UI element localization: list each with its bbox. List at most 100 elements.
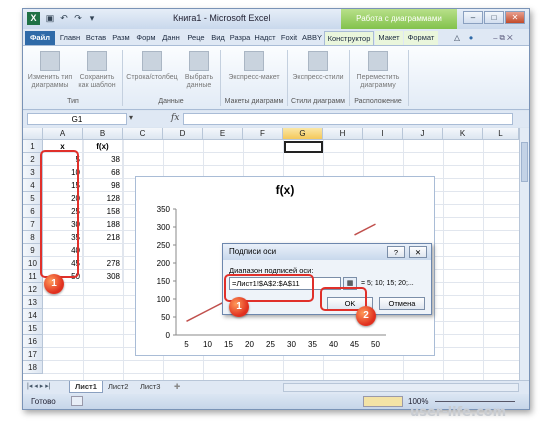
tab-page-layout[interactable]: Разм bbox=[109, 31, 133, 45]
title-bar: X ▣ ↶ ↷ ▾ Книга1 - Microsoft Excel Работ… bbox=[23, 9, 529, 29]
y-tick-label: 0 bbox=[166, 331, 171, 340]
tab-insert[interactable]: Встав bbox=[84, 31, 108, 45]
redo-icon[interactable]: ↷ bbox=[72, 12, 84, 25]
maximize-button[interactable]: □ bbox=[484, 11, 504, 24]
group-chart-layouts: Макеты диаграмм bbox=[224, 98, 284, 105]
tab-file[interactable]: Файл bbox=[25, 31, 55, 45]
tab-data[interactable]: Данн bbox=[159, 31, 183, 45]
table-cell-fx[interactable]: 98 bbox=[83, 179, 123, 192]
row-header[interactable]: 15 bbox=[23, 322, 43, 335]
change-chart-type-label: Изменить тип диаграммы bbox=[27, 74, 73, 89]
y-tick-label: 250 bbox=[157, 241, 171, 250]
insert-sheet-icon[interactable]: ✚ bbox=[169, 381, 185, 393]
row-header[interactable]: 12 bbox=[23, 283, 43, 296]
sheet-tab-3[interactable]: Лист3 bbox=[135, 381, 165, 393]
column-header[interactable]: J bbox=[403, 128, 443, 140]
tab-foxit[interactable]: Foxit bbox=[278, 31, 300, 45]
status-ready: Готово bbox=[31, 397, 56, 406]
table-cell-fx[interactable]: 308 bbox=[83, 270, 123, 283]
select-data-button[interactable]: Выбрать данные bbox=[181, 51, 217, 90]
group-chart-styles: Стили диаграмм bbox=[291, 98, 345, 105]
zoom-slider[interactable] bbox=[435, 401, 515, 402]
row-header[interactable]: 16 bbox=[23, 335, 43, 348]
column-header[interactable]: E bbox=[203, 128, 243, 140]
row-header[interactable]: 14 bbox=[23, 309, 43, 322]
formula-input[interactable] bbox=[183, 113, 513, 125]
horizontal-scrollbar[interactable] bbox=[283, 383, 519, 392]
column-header[interactable]: C bbox=[123, 128, 163, 140]
quick-styles-label: Экспресс-стили bbox=[292, 74, 344, 81]
cancel-button[interactable]: Отмена bbox=[379, 297, 425, 310]
active-cell-g1[interactable] bbox=[284, 141, 323, 153]
save-icon[interactable]: ▣ bbox=[44, 12, 56, 25]
column-header[interactable]: F bbox=[243, 128, 283, 140]
y-tick-label: 350 bbox=[157, 205, 171, 214]
quick-styles-icon bbox=[308, 51, 328, 71]
tab-layout[interactable]: Макет bbox=[375, 31, 403, 45]
sheet-tab-2[interactable]: Лист2 bbox=[103, 381, 133, 393]
row-header[interactable]: 17 bbox=[23, 348, 43, 361]
column-header[interactable]: K bbox=[443, 128, 483, 140]
quick-styles-button[interactable]: Экспресс-стили bbox=[289, 51, 347, 82]
tab-format[interactable]: Формат bbox=[404, 31, 438, 45]
tab-design[interactable]: Конструктор bbox=[324, 31, 374, 45]
macro-record-icon[interactable] bbox=[71, 396, 83, 406]
column-header[interactable]: H bbox=[323, 128, 363, 140]
tab-view[interactable]: Вид bbox=[209, 31, 227, 45]
table-cell-fx[interactable]: 218 bbox=[83, 231, 123, 244]
table-cell-fx[interactable]: 278 bbox=[83, 257, 123, 270]
move-chart-label: Переместить диаграмму bbox=[356, 74, 400, 89]
table-cell-fx[interactable]: 128 bbox=[83, 192, 123, 205]
row-header[interactable]: 18 bbox=[23, 361, 43, 374]
cell-b1-header[interactable]: f(x) bbox=[83, 140, 123, 153]
sheet-tab-1[interactable]: Лист1 bbox=[69, 381, 103, 393]
window-title: Книга1 - Microsoft Excel bbox=[173, 13, 271, 23]
column-header[interactable]: D bbox=[163, 128, 203, 140]
change-chart-type-button[interactable]: Изменить тип диаграммы bbox=[27, 51, 73, 90]
name-box[interactable]: G1 bbox=[27, 113, 127, 125]
scrollbar-thumb[interactable] bbox=[521, 142, 528, 182]
collapse-ribbon-icon[interactable]: △ bbox=[451, 31, 463, 45]
tab-formulas[interactable]: Форм bbox=[134, 31, 158, 45]
close-button[interactable]: ✕ bbox=[505, 11, 525, 24]
row-column-icon bbox=[142, 51, 162, 71]
sheet-nav-arrows[interactable]: |◂ ◂ ▸ ▸| bbox=[27, 382, 51, 390]
move-chart-button[interactable]: Переместить диаграмму bbox=[351, 51, 405, 90]
column-header[interactable]: L bbox=[483, 128, 519, 140]
y-tick-label: 200 bbox=[157, 259, 171, 268]
help-icon[interactable]: ● bbox=[465, 31, 477, 45]
table-cell-fx[interactable]: 158 bbox=[83, 205, 123, 218]
save-as-template-button[interactable]: Сохранить как шаблон bbox=[75, 51, 119, 90]
table-cell-fx[interactable]: 38 bbox=[83, 153, 123, 166]
view-buttons[interactable] bbox=[363, 396, 403, 407]
undo-icon[interactable]: ↶ bbox=[58, 12, 70, 25]
table-cell-fx[interactable]: 188 bbox=[83, 218, 123, 231]
dialog-close-button[interactable]: ✕ bbox=[409, 246, 427, 258]
table-cell-fx[interactable]: 68 bbox=[83, 166, 123, 179]
step-badge-1: 1 bbox=[44, 274, 64, 294]
tab-developer[interactable]: Разра bbox=[228, 31, 252, 45]
tab-home[interactable]: Главн bbox=[57, 31, 83, 45]
column-header[interactable]: B bbox=[83, 128, 123, 140]
formula-bar: G1 ▾ fx bbox=[23, 111, 529, 127]
column-header[interactable]: A bbox=[43, 128, 83, 140]
column-header[interactable]: I bbox=[363, 128, 403, 140]
switch-row-column-button[interactable]: Строка/столбец bbox=[125, 51, 179, 82]
fx-icon[interactable]: fx bbox=[171, 113, 179, 123]
table-cell-fx[interactable] bbox=[83, 244, 123, 257]
tab-addins[interactable]: Надст bbox=[253, 31, 277, 45]
quick-layout-button[interactable]: Экспресс-макет bbox=[223, 51, 285, 82]
tab-review[interactable]: Реце bbox=[184, 31, 208, 45]
vertical-scrollbar[interactable] bbox=[519, 128, 529, 380]
workbook-window-controls[interactable]: – ⧉ ✕ bbox=[481, 31, 525, 45]
tab-abbyy[interactable]: ABBY bbox=[301, 31, 323, 45]
grid-line bbox=[43, 360, 519, 361]
quick-access-menu-icon[interactable]: ▾ bbox=[86, 12, 98, 25]
group-data: Данные bbox=[158, 98, 184, 105]
row-header[interactable]: 13 bbox=[23, 296, 43, 309]
dialog-help-button[interactable]: ? bbox=[387, 246, 405, 258]
name-box-dropdown-icon[interactable]: ▾ bbox=[129, 113, 133, 122]
column-header[interactable]: G bbox=[283, 128, 323, 140]
minimize-button[interactable]: – bbox=[463, 11, 483, 24]
select-all-corner[interactable] bbox=[23, 128, 43, 140]
